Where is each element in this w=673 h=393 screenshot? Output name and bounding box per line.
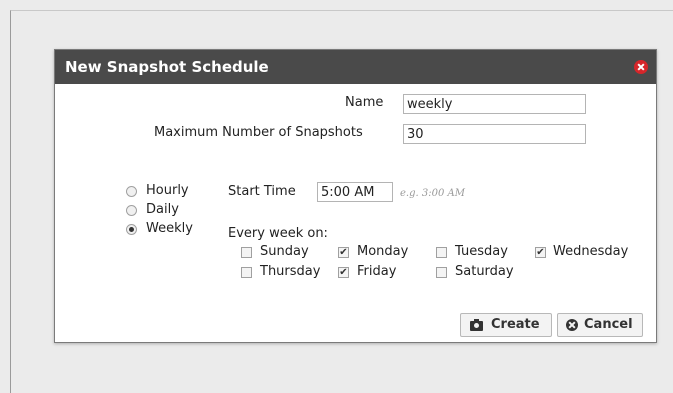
checkbox-saturday[interactable] bbox=[436, 267, 447, 278]
day-label-saturday: Saturday bbox=[455, 264, 514, 279]
checkbox-friday[interactable]: ✔ bbox=[338, 267, 349, 278]
dialog-title: New Snapshot Schedule bbox=[65, 58, 269, 76]
radio-daily-label: Daily bbox=[146, 202, 179, 217]
radio-hourly[interactable] bbox=[126, 186, 137, 197]
radio-hourly-label: Hourly bbox=[146, 183, 189, 198]
max-snapshots-input[interactable] bbox=[403, 124, 586, 144]
radio-weekly-label: Weekly bbox=[146, 221, 193, 236]
close-icon[interactable] bbox=[634, 60, 648, 74]
start-time-label: Start Time bbox=[228, 184, 296, 199]
checkbox-thursday[interactable] bbox=[241, 267, 252, 278]
day-label-wednesday: Wednesday bbox=[553, 244, 629, 259]
new-snapshot-schedule-dialog: New Snapshot Schedule Name Maximum Numbe… bbox=[54, 49, 657, 343]
camera-icon bbox=[470, 319, 483, 331]
start-time-input[interactable] bbox=[317, 182, 393, 202]
day-label-monday: Monday bbox=[357, 244, 409, 259]
radio-weekly[interactable] bbox=[126, 224, 137, 235]
create-button[interactable]: Create bbox=[460, 313, 552, 337]
checkbox-monday[interactable]: ✔ bbox=[338, 247, 349, 258]
create-button-label: Create bbox=[491, 317, 540, 332]
name-input[interactable] bbox=[403, 94, 586, 114]
day-label-thursday: Thursday bbox=[260, 264, 321, 279]
every-week-label: Every week on: bbox=[228, 226, 328, 241]
checkbox-tuesday[interactable] bbox=[436, 247, 447, 258]
day-label-sunday: Sunday bbox=[260, 244, 309, 259]
checkbox-wednesday[interactable]: ✔ bbox=[535, 247, 546, 258]
dialog-titlebar: New Snapshot Schedule bbox=[55, 50, 656, 84]
day-label-tuesday: Tuesday bbox=[455, 244, 508, 259]
cancel-circle-icon bbox=[566, 319, 579, 331]
checkbox-sunday[interactable] bbox=[241, 247, 252, 258]
day-label-friday: Friday bbox=[357, 264, 397, 279]
name-label: Name bbox=[345, 95, 384, 110]
max-snapshots-label: Maximum Number of Snapshots bbox=[154, 125, 363, 140]
radio-daily[interactable] bbox=[126, 205, 137, 216]
start-time-hint: e.g. 3:00 AM bbox=[400, 188, 465, 199]
cancel-button[interactable]: Cancel bbox=[557, 313, 643, 337]
cancel-button-label: Cancel bbox=[584, 317, 633, 332]
